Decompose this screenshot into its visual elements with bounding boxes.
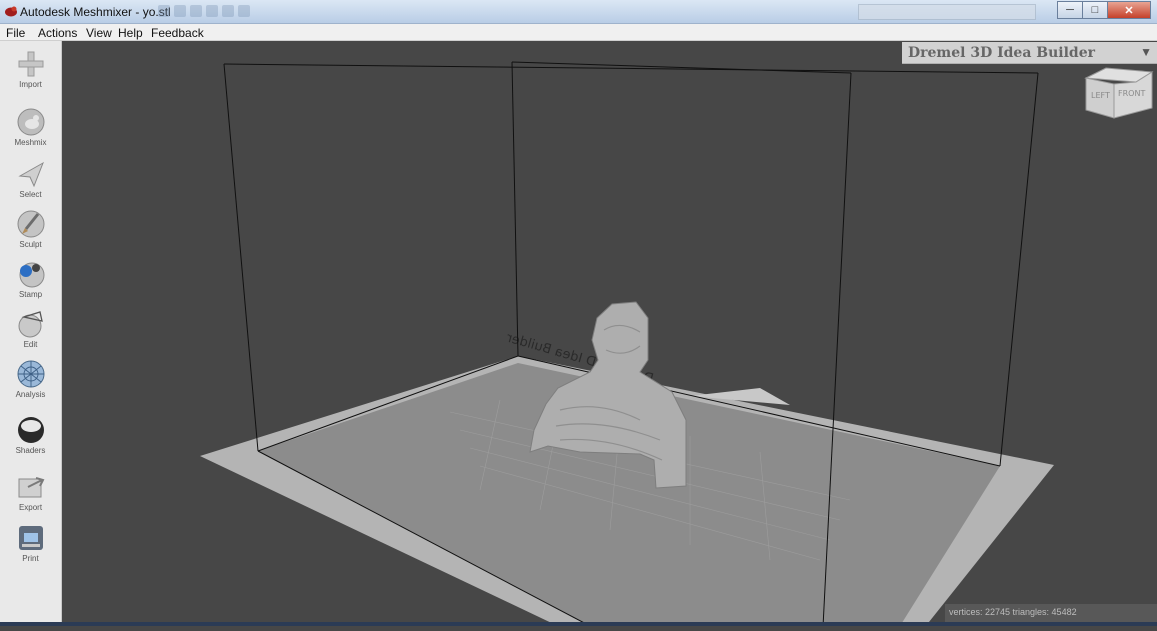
qat-icon [222, 5, 234, 17]
meshmix-bunny-icon [17, 108, 44, 136]
window-title: Autodesk Meshmixer - yo.stl [20, 5, 171, 19]
tool-shaders[interactable]: Shaders [0, 415, 61, 455]
status-readout: vertices: 22745 triangles: 45482 [945, 604, 1157, 622]
close-button[interactable]: ✕ [1107, 1, 1151, 19]
qat-icon [238, 5, 250, 17]
tool-import[interactable]: Import [0, 49, 61, 89]
tool-sculpt-label: Sculpt [19, 240, 42, 249]
tool-print[interactable]: Print [0, 523, 61, 563]
qat-icon [158, 5, 170, 17]
analysis-sphere-icon [17, 360, 44, 388]
stamp-icon [19, 262, 44, 288]
menu-help[interactable]: Help [118, 26, 143, 40]
cursor-arrow-icon [17, 161, 44, 188]
plus-icon [18, 51, 43, 77]
qat-icon [190, 5, 202, 17]
tool-meshmix-label: Meshmix [14, 138, 47, 147]
window-controls: ─ □ ✕ [1057, 1, 1151, 19]
quick-access-toolbar [158, 5, 250, 19]
minimize-icon: ─ [1066, 4, 1074, 16]
printer-dropdown-value: Dremel 3D Idea Builder [908, 45, 1096, 61]
shader-sphere-icon [17, 417, 44, 443]
tool-edit[interactable]: Edit [0, 309, 61, 349]
viewcube-left-face[interactable]: LEFT [1091, 91, 1110, 100]
viewcube-front-face[interactable]: FRONT [1118, 89, 1145, 98]
taskbar-strip [0, 622, 1157, 626]
tool-meshmix[interactable]: Meshmix [0, 107, 61, 147]
tool-print-label: Print [22, 554, 39, 563]
tool-stamp[interactable]: Stamp [0, 259, 61, 299]
scene-svg: Dremel 3D Idea Builder [200, 61, 1054, 628]
background-search-field [858, 4, 1036, 20]
maximize-icon: □ [1091, 4, 1099, 16]
tool-analysis-label: Analysis [15, 390, 46, 399]
edit-sphere-icon [18, 311, 43, 338]
tool-sculpt[interactable]: Sculpt [0, 209, 61, 249]
chevron-down-icon: ▼ [1140, 45, 1152, 59]
menu-actions[interactable]: Actions [38, 26, 77, 40]
3d-viewport[interactable]: Dremel 3D Idea Builder [62, 41, 1157, 628]
tool-select[interactable]: Select [0, 159, 61, 199]
window-titlebar: Autodesk Meshmixer - yo.stl ─ □ ✕ [0, 0, 1157, 24]
menu-view[interactable]: View [86, 26, 112, 40]
tool-stamp-label: Stamp [18, 290, 43, 299]
tool-shaders-label: Shaders [15, 446, 46, 455]
menu-bar: File Actions View Help Feedback [0, 24, 1157, 41]
qat-icon [206, 5, 218, 17]
meshmixer-app-icon [5, 6, 17, 17]
tool-import-label: Import [19, 80, 42, 89]
maximize-button[interactable]: □ [1082, 1, 1108, 19]
export-icon [18, 477, 44, 498]
tool-edit-label: Edit [23, 340, 38, 349]
left-toolbar: Import Meshmix Select Sculpt Stamp Edit … [0, 41, 62, 626]
close-icon: ✕ [1124, 4, 1134, 17]
menu-feedback[interactable]: Feedback [151, 26, 204, 40]
qat-icon [174, 5, 186, 17]
viewcube[interactable]: LEFT FRONT [1080, 62, 1154, 120]
tool-analysis[interactable]: Analysis [0, 359, 61, 399]
tool-export[interactable]: Export [0, 472, 61, 512]
menu-file[interactable]: File [6, 26, 25, 40]
printer-dropdown[interactable]: Dremel 3D Idea Builder ▼ [902, 42, 1157, 64]
tool-export-label: Export [18, 503, 43, 512]
mesh-stats-text: vertices: 22745 triangles: 45482 [949, 607, 1077, 617]
brush-icon [17, 210, 44, 238]
tool-select-label: Select [19, 190, 42, 199]
minimize-button[interactable]: ─ [1057, 1, 1083, 19]
printer-icon [18, 526, 43, 550]
